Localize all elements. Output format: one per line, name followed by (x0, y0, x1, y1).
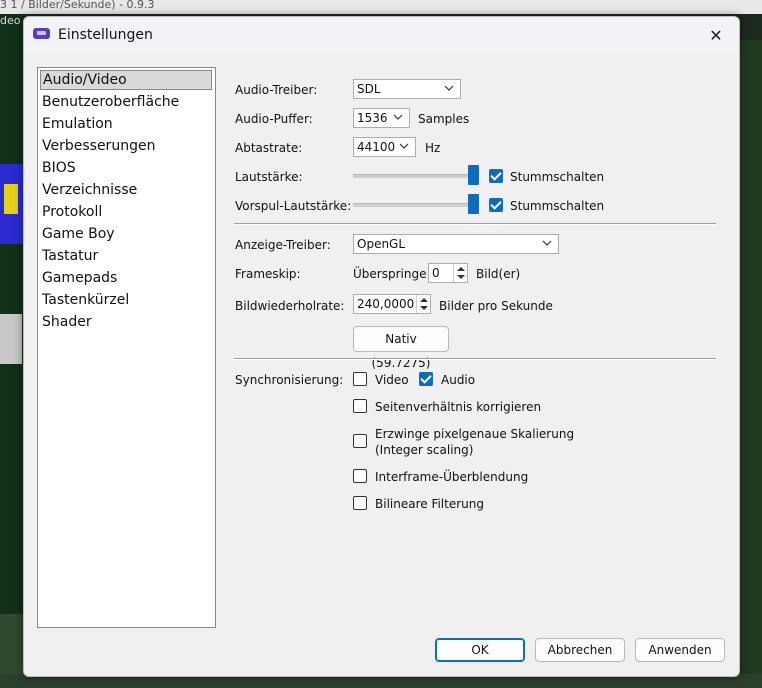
category-item-enhancements[interactable]: Verbesserungen (40, 136, 212, 156)
integer-scaling-label-2: (Integer scaling) (375, 443, 474, 457)
sample-rate-select[interactable]: 44100 (353, 137, 416, 157)
sync-audio-label: Audio (441, 373, 476, 387)
section-divider (234, 223, 716, 225)
display-driver-select[interactable]: OpenGL (353, 234, 559, 254)
audio-driver-select[interactable]: SDL (353, 79, 461, 99)
volume-label: Lautstärke: (235, 170, 303, 184)
sample-rate-value: 44100 (357, 140, 396, 154)
volume-mute-label: Stummschalten (510, 170, 605, 184)
integer-scaling-checkbox[interactable] (353, 434, 367, 448)
category-item-gamepads[interactable]: Gamepads (40, 268, 212, 288)
volume-slider[interactable] (353, 174, 475, 178)
sync-video-label: Video (375, 373, 409, 387)
background-game-screen-right (738, 40, 762, 688)
background-game-screen-left: deo (0, 14, 24, 688)
apply-button[interactable]: Anwenden (635, 638, 725, 662)
native-rate-button[interactable]: Nativ (59.7275) (353, 326, 449, 370)
frameskip-suffix: Bild(er) (476, 267, 521, 281)
aspect-ratio-label: Seitenverhältnis korrigieren (375, 400, 542, 414)
close-button[interactable]: ✕ (693, 17, 739, 53)
ff-volume-label: Vorspul-Lautstärke: (235, 199, 352, 213)
dialog-title: Einstellungen (58, 27, 153, 43)
fps-label: Bildwiederholrate: (235, 299, 345, 313)
background-label-fragment: deo (0, 14, 21, 27)
interframe-blending-label: Interframe-Überblendung (375, 470, 529, 484)
dialog-titlebar: Einstellungen ✕ (24, 17, 739, 53)
background-window-titlebar: 3 1 / Bilder/Sekunde) - 0.9.3 (0, 0, 762, 14)
spin-arrows-icon[interactable] (416, 295, 430, 313)
background-window-title: 3 1 / Bilder/Sekunde) - 0.9.3 (0, 0, 155, 11)
audio-driver-value: SDL (357, 82, 381, 96)
ff-mute-checkbox[interactable] (489, 198, 503, 212)
sync-label: Synchronisierung: (235, 373, 344, 387)
frameskip-label: Frameskip: (235, 267, 301, 281)
ff-mute-label: Stummschalten (510, 199, 605, 213)
audio-driver-label: Audio-Treiber: (235, 83, 318, 97)
frameskip-prefix: Überspringe (353, 267, 427, 281)
cancel-button[interactable]: Abbrechen (535, 638, 625, 662)
category-item-shaders[interactable]: Shader (40, 312, 212, 332)
frameskip-value: 0 (432, 266, 440, 280)
category-item-game-boy[interactable]: Game Boy (40, 224, 212, 244)
bilinear-filtering-label: Bilineare Filterung (375, 497, 484, 511)
category-item-logging[interactable]: Protokoll (40, 202, 212, 222)
category-item-audio-video[interactable]: Audio/Video (40, 70, 212, 90)
sample-rate-label: Abtastrate: (235, 141, 303, 155)
audio-buffer-unit: Samples (418, 112, 470, 126)
category-item-keyboard[interactable]: Tastatur (40, 246, 212, 266)
sample-rate-unit: Hz (425, 141, 441, 155)
ok-button[interactable]: OK (435, 638, 525, 662)
settings-dialog: Einstellungen ✕ Audio/Video Benutzerober… (23, 16, 740, 677)
fps-unit: Bilder pro Sekunde (439, 299, 553, 313)
volume-mute-checkbox[interactable] (489, 169, 503, 183)
section-divider (234, 358, 716, 360)
sync-audio-checkbox[interactable] (419, 372, 433, 386)
ff-volume-slider-handle[interactable] (468, 194, 479, 214)
bilinear-filtering-checkbox[interactable] (353, 496, 367, 510)
fps-value: 240,0000 (357, 297, 415, 311)
frameskip-spinbox[interactable]: 0 (428, 263, 468, 283)
sync-video-checkbox[interactable] (353, 372, 367, 386)
audio-buffer-value: 1536 (357, 111, 388, 125)
display-driver-value: OpenGL (357, 237, 406, 251)
volume-slider-handle[interactable] (468, 165, 479, 185)
category-item-directories[interactable]: Verzeichnisse (40, 180, 212, 200)
category-item-bios[interactable]: BIOS (40, 158, 212, 178)
ff-volume-slider[interactable] (353, 203, 475, 207)
spin-arrows-icon[interactable] (453, 264, 467, 282)
chevron-down-icon (399, 143, 409, 149)
app-icon (33, 28, 50, 39)
audio-buffer-label: Audio-Puffer: (235, 112, 313, 126)
category-item-emulation[interactable]: Emulation (40, 114, 212, 134)
interframe-blending-checkbox[interactable] (353, 469, 367, 483)
category-item-shortcuts[interactable]: Tastenkürzel (40, 290, 212, 310)
category-list[interactable]: Audio/Video Benutzeroberfläche Emulation… (37, 67, 216, 628)
audio-buffer-select[interactable]: 1536 (353, 108, 410, 128)
fps-spinbox[interactable]: 240,0000 (353, 294, 431, 314)
category-item-user-interface[interactable]: Benutzeroberfläche (40, 92, 212, 112)
aspect-ratio-checkbox[interactable] (353, 399, 367, 413)
chevron-down-icon (393, 114, 403, 120)
integer-scaling-label: Erzwinge pixelgenaue Skalierung (375, 427, 575, 441)
chevron-down-icon (444, 85, 454, 91)
chevron-down-icon (542, 240, 552, 246)
display-driver-label: Anzeige-Treiber: (235, 238, 331, 252)
